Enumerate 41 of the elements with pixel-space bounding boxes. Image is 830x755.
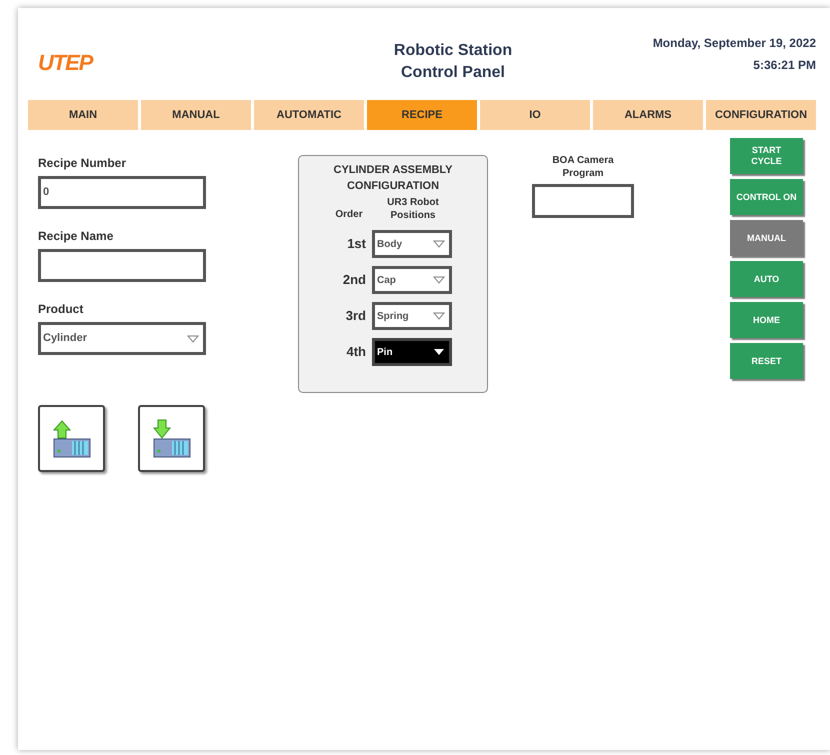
- upload-icon: [52, 418, 92, 458]
- time-text: 5:36:21 PM: [753, 57, 816, 74]
- dropdown-caret-icon: [433, 240, 445, 248]
- nav-tab[interactable]: CONFIGURATION: [706, 100, 816, 130]
- dropdown-caret-icon: [433, 348, 445, 356]
- download-button[interactable]: [138, 405, 205, 472]
- dropdown-caret-icon: [433, 276, 445, 284]
- page-title: Robotic Station: [394, 41, 512, 61]
- nav-tab[interactable]: RECIPE: [367, 100, 477, 130]
- nav-tab[interactable]: MAIN: [28, 100, 138, 130]
- dropdown-caret-icon: [433, 312, 445, 320]
- download-icon: [152, 418, 192, 458]
- nav-tab[interactable]: IO: [480, 100, 590, 130]
- dropdown-caret-icon: [187, 334, 199, 342]
- order-label: 3rd: [344, 307, 366, 326]
- product-dropdown[interactable]: Cylinder: [38, 322, 206, 355]
- panel-title: CYLINDER ASSEMBLY CONFIGURATION: [332, 163, 454, 194]
- upload-button[interactable]: [38, 405, 105, 472]
- position-dropdown[interactable]: Pin: [372, 338, 452, 366]
- logo: UTEP: [38, 50, 92, 75]
- input-field[interactable]: 0: [38, 176, 206, 209]
- nav-tab[interactable]: MANUAL: [141, 100, 251, 130]
- field-label: Recipe Number: [38, 155, 128, 172]
- nav-tab[interactable]: AUTOMATIC: [254, 100, 364, 130]
- control-button[interactable]: MANUAL: [730, 220, 803, 256]
- input-field[interactable]: [38, 249, 206, 282]
- column-header: UR3 Robot Positions: [386, 196, 440, 222]
- field-label: Product: [38, 301, 84, 318]
- position-dropdown[interactable]: Spring: [372, 302, 452, 330]
- position-dropdown[interactable]: Cap: [372, 266, 452, 294]
- nav-tab[interactable]: ALARMS: [593, 100, 703, 130]
- field-label: Recipe Name: [38, 228, 114, 245]
- input-field[interactable]: [532, 184, 634, 218]
- position-dropdown[interactable]: Body: [372, 230, 452, 258]
- order-label: 4th: [346, 343, 366, 362]
- field-label: BOA Camera Program: [551, 154, 615, 180]
- page-title: Control Panel: [400, 63, 505, 83]
- order-label: 2nd: [342, 271, 366, 290]
- order-label: 1st: [346, 235, 366, 254]
- column-header: Order: [334, 208, 364, 222]
- date-text: Monday, September 19, 2022: [652, 35, 816, 52]
